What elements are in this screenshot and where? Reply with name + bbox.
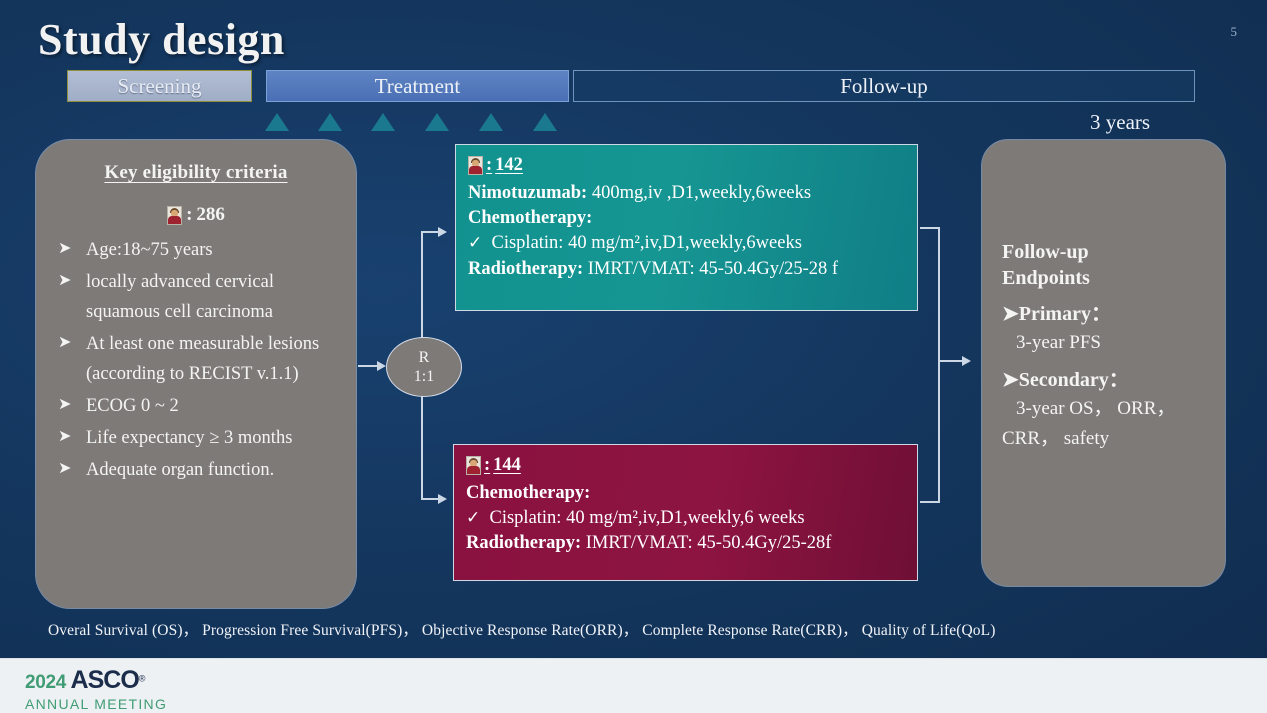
visit-marker-triangle-icon — [425, 113, 449, 131]
slide-canvas: Study design 5 Screening Treatment Follo… — [0, 0, 1267, 713]
regimen-value: Cisplatin: 40 mg/m²,iv,D1,weekly,6weeks — [491, 233, 802, 254]
phase-label-screening: Screening — [117, 73, 202, 98]
regimen-label: Chemotherapy: — [468, 208, 593, 229]
endpoints-title: Follow-up Endpoints — [1002, 240, 1211, 291]
secondary-endpoint-value-line1: 3-year OS， ORR， — [1016, 397, 1176, 419]
eligibility-count-value: 286 — [196, 204, 225, 225]
phase-bar-screening: Screening — [67, 70, 252, 102]
regimen-line: Nimotuzumab: 400mg,iv ,D1,weekly,6weeks — [468, 181, 907, 206]
list-item: ➤ Life expectancy ≥ 3 months — [56, 424, 342, 454]
control-arm-enrollment: : 144 — [466, 453, 907, 478]
list-item: ➤ locally advanced cervical squamous cel… — [56, 268, 342, 328]
primary-endpoint-label: ➤Primary： — [1002, 303, 1111, 326]
criterion-text: Life expectancy ≥ 3 months — [86, 427, 293, 448]
asco-footer-bar: 2024 ASCO® ANNUAL MEETING #ASCO24 PRESEN… — [0, 658, 1267, 713]
visit-marker-triangle-icon — [371, 113, 395, 131]
regimen-label: Nimotuzumab: — [468, 183, 588, 204]
connector-arrowhead-icon — [438, 227, 447, 237]
asco-logo-trademark: ® — [138, 673, 146, 684]
connector-line — [920, 501, 940, 503]
check-icon: ✓ — [466, 508, 481, 528]
randomization-ratio: 1:1 — [413, 368, 435, 385]
connector-line — [421, 390, 423, 500]
slide-number: 5 — [1230, 24, 1238, 39]
connector-line — [421, 231, 423, 321]
phase-label-treatment: Treatment — [374, 73, 461, 98]
criterion-text: ECOG 0 ~ 2 — [86, 395, 179, 416]
page-title: Study design — [38, 15, 285, 64]
eligibility-count-separator: : — [186, 204, 193, 225]
visit-marker-triangle-icon — [479, 113, 503, 131]
eligibility-panel: Key eligibility criteria : 286 ➤ Age:18~… — [36, 140, 356, 608]
regimen-value: IMRT/VMAT: 45-50.4Gy/25-28f — [581, 533, 832, 554]
regimen-value: 400mg,iv ,D1,weekly,6weeks — [587, 183, 812, 204]
connector-arrowhead-icon — [377, 361, 386, 371]
experimental-arm-enrollment: : 142 — [468, 153, 907, 178]
bullet-arrow-icon: ➤ — [58, 395, 72, 413]
regimen-line: Radiotherapy: IMRT/VMAT: 45-50.4Gy/25-28… — [466, 531, 907, 556]
phase-label-followup: Follow-up — [840, 73, 928, 98]
endpoints-title-line2: Endpoints — [1002, 266, 1090, 289]
person-icon — [167, 205, 183, 225]
secondary-endpoint-value-line2: CRR， safety — [1002, 428, 1110, 450]
abbreviations-footnote: Overal Survival (OS)， Progression Free S… — [48, 622, 996, 639]
eligibility-enrollment: : 286 — [36, 204, 356, 226]
visit-marker-triangle-icon — [318, 113, 342, 131]
regimen-line: ✓ Cisplatin: 40 mg/m²,iv,D1,weekly,6week… — [468, 231, 907, 256]
person-icon — [466, 456, 481, 476]
arm-count-separator: : — [484, 455, 491, 475]
experimental-arm-box: : 142 Nimotuzumab: 400mg,iv ,D1,weekly,6… — [455, 144, 918, 311]
asco-meeting-logo: 2024 ASCO® ANNUAL MEETING — [25, 666, 168, 712]
eligibility-title: Key eligibility criteria — [104, 162, 288, 183]
regimen-line: Radiotherapy: IMRT/VMAT: 45-50.4Gy/25-28… — [468, 257, 907, 282]
phase-bar-followup: Follow-up — [573, 70, 1195, 102]
visit-marker-triangle-icon — [265, 113, 289, 131]
regimen-label: Radiotherapy: — [468, 258, 584, 279]
criterion-text: Adequate organ function. — [86, 459, 275, 480]
connector-arrowhead-icon — [962, 356, 971, 366]
primary-endpoint-value: 3-year PFS — [1016, 332, 1101, 354]
arm-count-value: 142 — [495, 155, 523, 175]
secondary-endpoint-label: ➤Secondary： — [1002, 368, 1129, 391]
regimen-line: Chemotherapy: — [468, 206, 907, 231]
person-icon — [468, 156, 483, 176]
regimen-label: Chemotherapy: — [466, 483, 591, 504]
arm-count-value: 144 — [493, 455, 521, 475]
connector-arrowhead-icon — [438, 494, 447, 504]
bullet-arrow-icon: ➤ — [58, 271, 72, 289]
regimen-line: Chemotherapy: — [466, 481, 907, 506]
arm-count-separator: : — [486, 155, 493, 175]
endpoints-title-line1: Follow-up — [1002, 241, 1089, 263]
randomization-node: R 1:1 — [386, 337, 462, 397]
regimen-value: IMRT/VMAT: 45-50.4Gy/25-28 f — [583, 258, 839, 279]
followup-duration-label: 3 years — [1090, 110, 1151, 134]
visit-marker-triangle-icon — [533, 113, 557, 131]
regimen-value: Cisplatin: 40 mg/m²,iv,D1,weekly,6 weeks — [489, 508, 805, 529]
randomization-label: R — [418, 348, 430, 366]
list-item: ➤ ECOG 0 ~ 2 — [56, 392, 342, 422]
asco-logo-year: 2024 — [25, 672, 67, 693]
control-arm-box: : 144 Chemotherapy: ✓ Cisplatin: 40 mg/m… — [453, 444, 918, 581]
list-item: ➤ Adequate organ function. — [56, 456, 342, 486]
phase-bar-treatment: Treatment — [266, 70, 569, 102]
asco-logo-brand: ASCO — [70, 666, 140, 694]
connector-line — [938, 227, 940, 503]
bullet-arrow-icon: ➤ — [58, 333, 72, 351]
check-icon: ✓ — [468, 233, 483, 253]
criterion-text: Age:18~75 years — [86, 240, 213, 260]
bullet-arrow-icon: ➤ — [58, 427, 72, 445]
endpoints-panel: Follow-up Endpoints ➤Primary： 3-year PFS… — [982, 140, 1225, 586]
bullet-arrow-icon: ➤ — [58, 459, 72, 477]
bullet-arrow-icon: ➤ — [58, 240, 72, 257]
list-item: ➤ At least one measurable lesions (accor… — [56, 330, 342, 390]
criterion-text: At least one measurable lesions (accordi… — [86, 333, 320, 384]
regimen-label: Radiotherapy: — [466, 533, 582, 554]
connector-line — [920, 227, 940, 229]
list-item: ➤ Age:18~75 years — [56, 236, 342, 266]
criterion-text: locally advanced cervical squamous cell … — [86, 271, 274, 322]
asco-logo-meeting: ANNUAL MEETING — [25, 696, 168, 712]
eligibility-criteria-list: ➤ Age:18~75 years ➤ locally advanced cer… — [36, 236, 356, 486]
regimen-line: ✓ Cisplatin: 40 mg/m²,iv,D1,weekly,6 wee… — [466, 506, 907, 531]
